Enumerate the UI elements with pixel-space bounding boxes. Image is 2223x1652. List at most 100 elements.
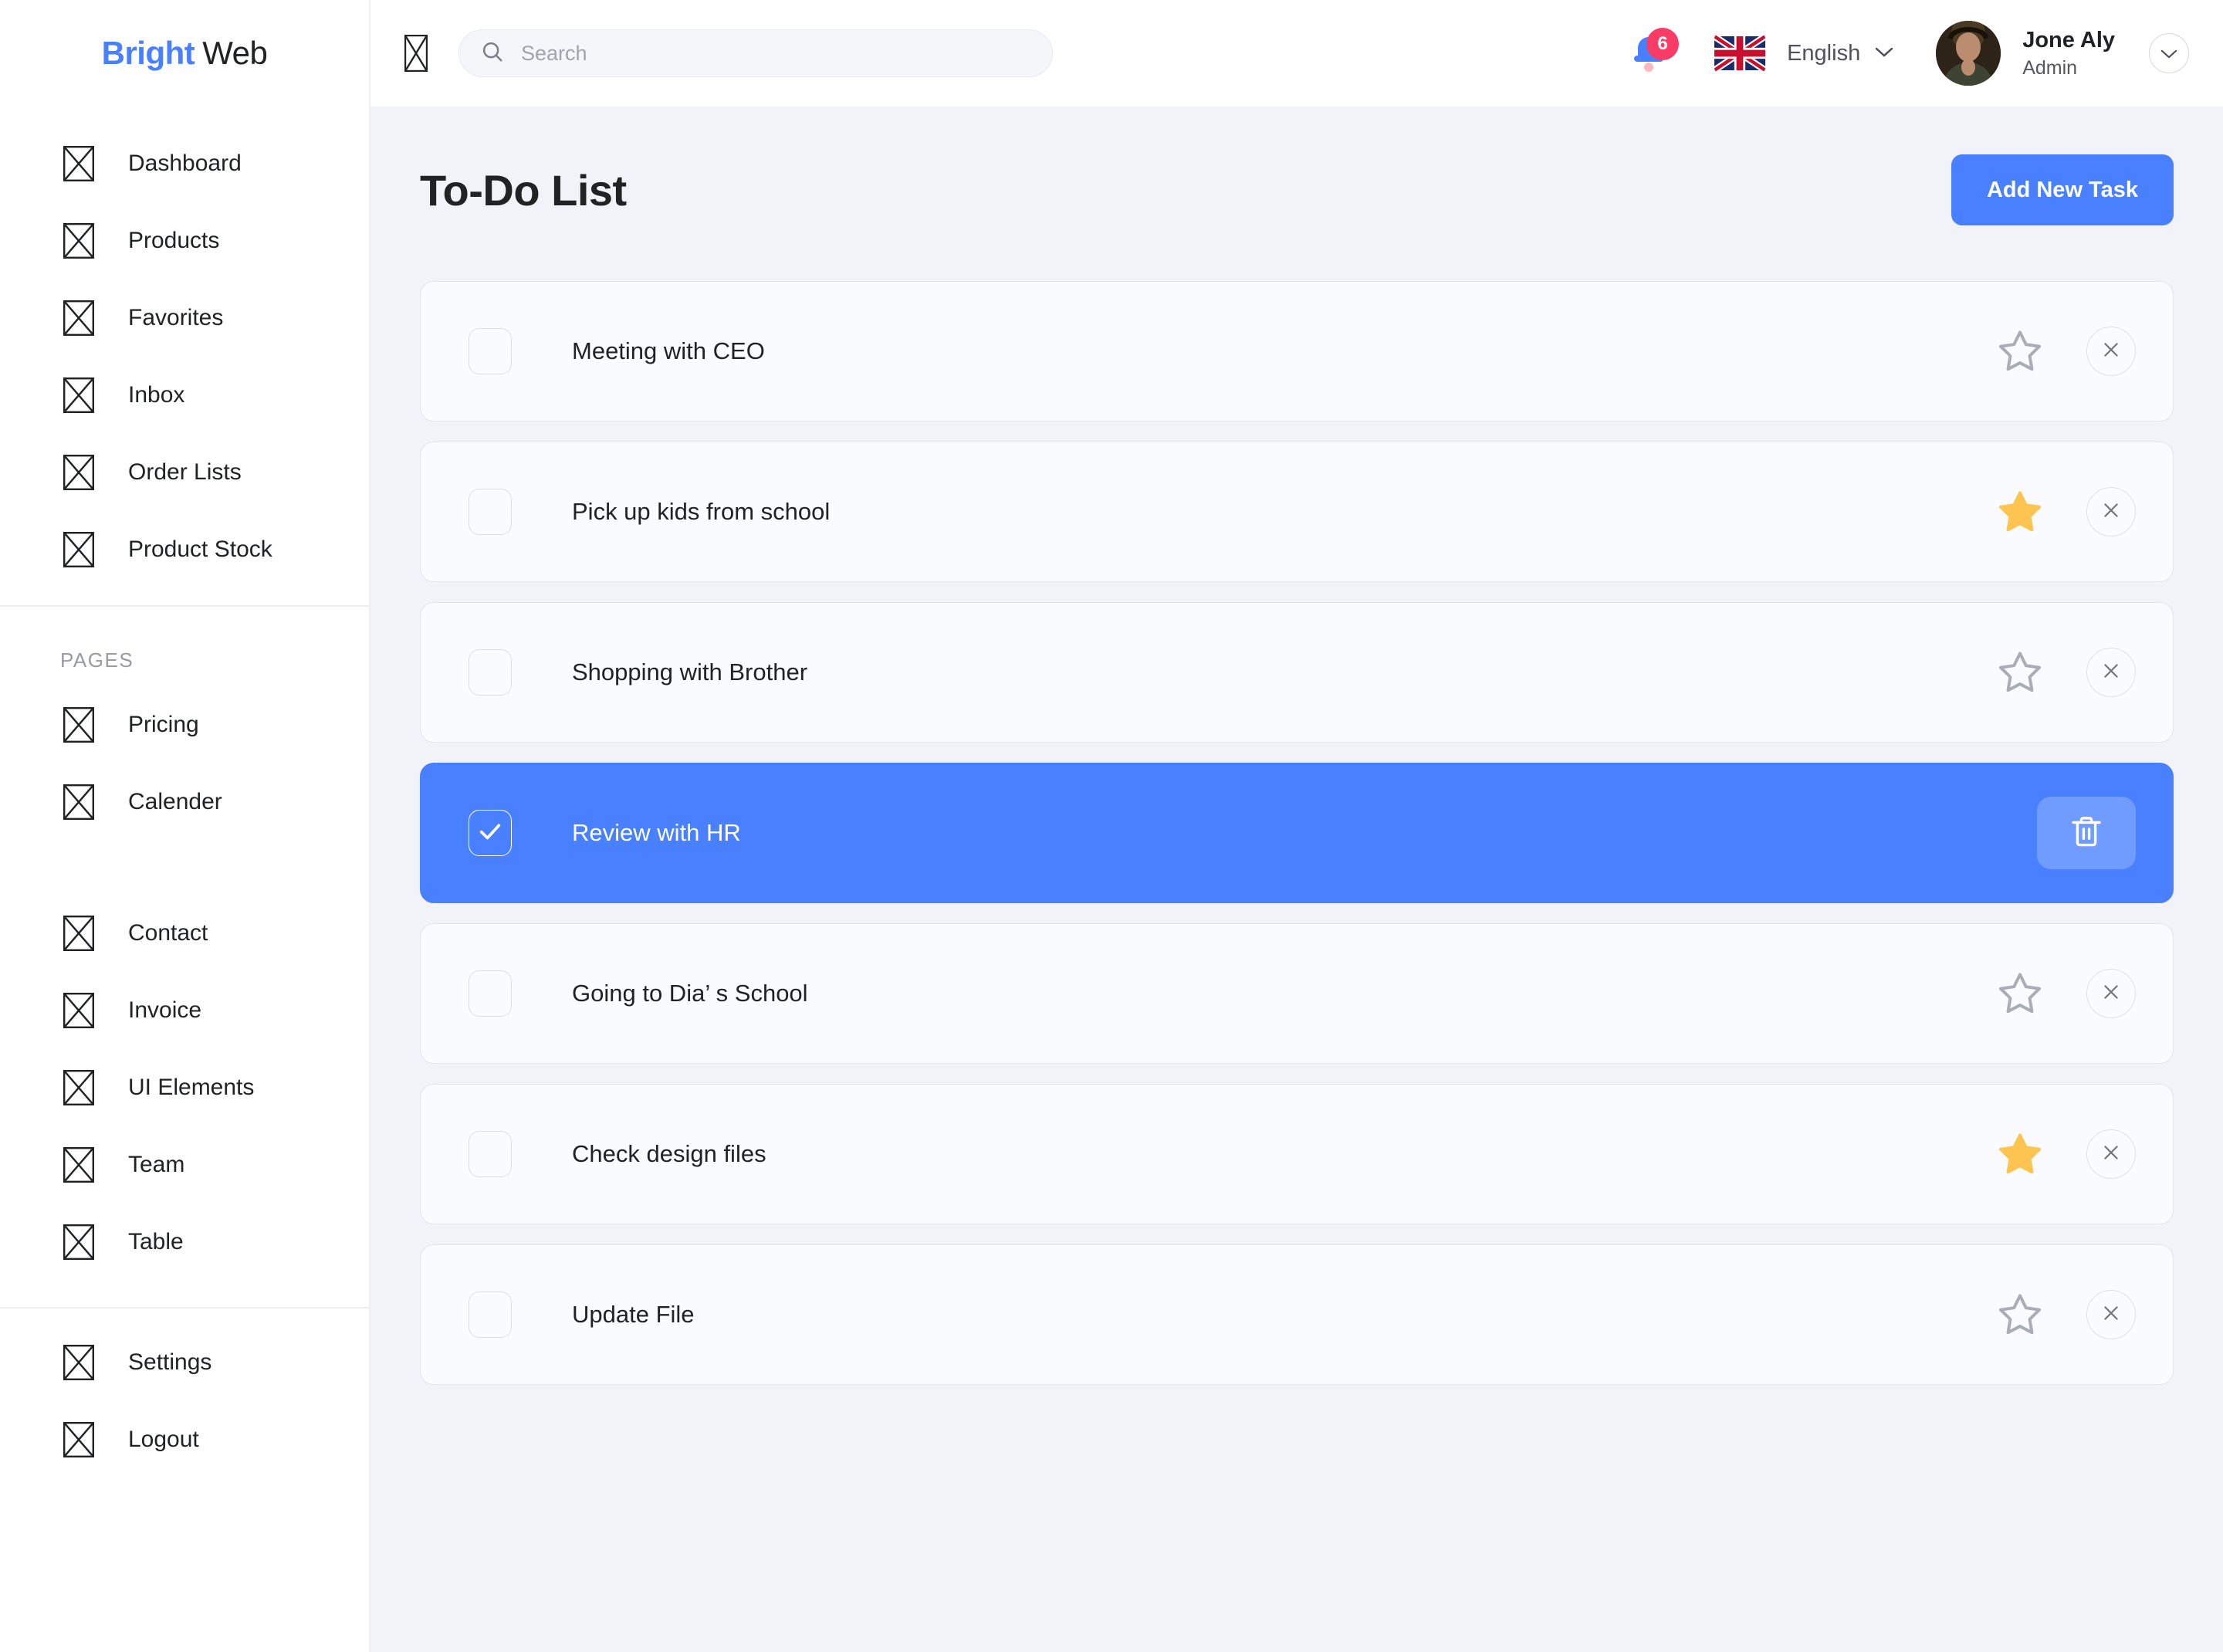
top-right-cluster: 6 English Jone Aly Admin bbox=[1622, 21, 2189, 86]
user-name: Jone Aly bbox=[2022, 28, 2115, 53]
sidebar-item-label: Favorites bbox=[128, 305, 224, 330]
broken-image-icon bbox=[63, 223, 94, 259]
sidebar-item-inbox[interactable]: Inbox bbox=[0, 357, 369, 434]
language-label[interactable]: English bbox=[1787, 41, 1860, 66]
app-root: Bright Web Dashboard Products Favorites Inb… bbox=[0, 0, 2223, 1652]
task-row[interactable]: Going to Dia’ s School bbox=[420, 923, 2174, 1064]
language-chevron-down-icon[interactable] bbox=[1874, 46, 1894, 62]
search-icon bbox=[481, 40, 504, 67]
sidebar-item-settings[interactable]: Settings bbox=[0, 1324, 369, 1401]
delete-task-button[interactable] bbox=[2037, 797, 2136, 869]
sidebar: Bright Web Dashboard Products Favorites Inb… bbox=[0, 0, 370, 1652]
brand-name-secondary: Web bbox=[202, 35, 268, 71]
remove-task-button[interactable] bbox=[2086, 1290, 2136, 1339]
remove-task-button[interactable] bbox=[2086, 487, 2136, 537]
search-box[interactable] bbox=[458, 29, 1053, 77]
brand-logo[interactable]: Bright Web bbox=[0, 0, 369, 107]
task-row[interactable]: Check design files bbox=[420, 1084, 2174, 1224]
page-title: To-Do List bbox=[420, 165, 627, 215]
sidebar-item-dashboard[interactable]: Dashboard bbox=[0, 125, 369, 202]
broken-image-icon bbox=[63, 377, 94, 413]
star-icon[interactable] bbox=[1995, 969, 2045, 1018]
sidebar-item-invoice[interactable]: Invoice bbox=[0, 972, 369, 1049]
content-area: To-Do List Add New Task Meeting with CEO… bbox=[370, 107, 2223, 1652]
sidebar-item-product-stock[interactable]: Product Stock bbox=[0, 511, 369, 588]
star-icon[interactable] bbox=[1995, 327, 2045, 376]
sidebar-item-ui-elements[interactable]: UI Elements bbox=[0, 1049, 369, 1126]
sidebar-item-label: Settings bbox=[128, 1349, 212, 1375]
task-row[interactable]: Shopping with Brother bbox=[420, 602, 2174, 743]
sidebar-secondary-nav: Contact Invoice UI Elements Team Table bbox=[0, 895, 369, 1281]
sidebar-item-label: Pricing bbox=[128, 712, 199, 737]
remove-task-button[interactable] bbox=[2086, 648, 2136, 697]
task-checkbox[interactable] bbox=[469, 649, 512, 696]
sidebar-item-label: Table bbox=[128, 1229, 184, 1254]
sidebar-item-pricing[interactable]: Pricing bbox=[0, 686, 369, 763]
task-checkbox[interactable] bbox=[469, 328, 512, 374]
trash-icon bbox=[2068, 813, 2105, 854]
task-label: Review with HR bbox=[572, 819, 741, 846]
sidebar-item-label: Logout bbox=[128, 1427, 199, 1452]
broken-image-icon bbox=[63, 916, 94, 951]
close-icon bbox=[2101, 982, 2121, 1006]
sidebar-pages-nav: Pricing Calender bbox=[0, 672, 369, 841]
remove-task-button[interactable] bbox=[2086, 969, 2136, 1018]
top-header: 6 English bbox=[370, 0, 2223, 107]
broken-image-icon bbox=[63, 532, 94, 567]
task-label: Meeting with CEO bbox=[572, 337, 765, 364]
task-checkbox[interactable] bbox=[469, 489, 512, 535]
task-row[interactable]: Update File bbox=[420, 1244, 2174, 1385]
task-row[interactable]: Pick up kids from school bbox=[420, 442, 2174, 582]
sidebar-item-contact[interactable]: Contact bbox=[0, 895, 369, 972]
sidebar-item-table[interactable]: Table bbox=[0, 1203, 369, 1281]
sidebar-item-label: UI Elements bbox=[128, 1075, 255, 1100]
remove-task-button[interactable] bbox=[2086, 1129, 2136, 1179]
task-checkbox[interactable] bbox=[469, 1291, 512, 1338]
sidebar-item-label: Inbox bbox=[128, 382, 185, 408]
avatar[interactable] bbox=[1936, 21, 2001, 86]
task-checkbox[interactable] bbox=[469, 970, 512, 1017]
sidebar-item-label: Dashboard bbox=[128, 151, 242, 176]
sidebar-main-nav: Dashboard Products Favorites Inbox Order Lis… bbox=[0, 107, 369, 588]
close-icon bbox=[2101, 340, 2121, 364]
search-input[interactable] bbox=[521, 41, 1030, 66]
task-row[interactable]: Meeting with CEO bbox=[420, 281, 2174, 421]
sidebar-item-favorites[interactable]: Favorites bbox=[0, 279, 369, 357]
star-icon[interactable] bbox=[1995, 1129, 2045, 1179]
close-icon bbox=[2101, 500, 2121, 524]
task-row[interactable]: Review with HR bbox=[420, 763, 2174, 903]
task-actions bbox=[1995, 969, 2136, 1018]
task-label: Shopping with Brother bbox=[572, 658, 808, 686]
star-icon[interactable] bbox=[1995, 648, 2045, 697]
task-checkbox[interactable] bbox=[469, 1131, 512, 1177]
star-icon[interactable] bbox=[1995, 1290, 2045, 1339]
sidebar-item-logout[interactable]: Logout bbox=[0, 1401, 369, 1478]
sidebar-item-team[interactable]: Team bbox=[0, 1126, 369, 1203]
close-icon bbox=[2101, 1303, 2121, 1327]
user-menu-chevron-down-icon[interactable] bbox=[2149, 33, 2189, 73]
task-checkbox[interactable] bbox=[469, 810, 512, 856]
notification-badge: 6 bbox=[1646, 28, 1680, 60]
add-new-task-button[interactable]: Add New Task bbox=[1951, 154, 2174, 225]
task-actions bbox=[2037, 797, 2136, 869]
broken-image-icon bbox=[63, 707, 94, 743]
close-icon bbox=[2101, 661, 2121, 685]
task-list: Meeting with CEO Pick up kids from school… bbox=[420, 281, 2174, 1385]
user-role: Admin bbox=[2022, 56, 2078, 79]
sidebar-item-label: Invoice bbox=[128, 997, 202, 1023]
task-label: Pick up kids from school bbox=[572, 498, 831, 525]
sidebar-item-products[interactable]: Products bbox=[0, 202, 369, 279]
star-icon[interactable] bbox=[1995, 487, 2045, 537]
uk-flag-icon[interactable] bbox=[1714, 34, 1766, 73]
close-icon bbox=[2101, 1143, 2121, 1166]
sidebar-item-order-lists[interactable]: Order Lists bbox=[0, 434, 369, 511]
notifications-button[interactable]: 6 bbox=[1622, 26, 1680, 80]
broken-image-icon bbox=[63, 1224, 94, 1260]
main-area: 6 English bbox=[370, 0, 2223, 1652]
sidebar-item-calender[interactable]: Calender bbox=[0, 763, 369, 841]
sidebar-item-label: Product Stock bbox=[128, 537, 272, 562]
menu-toggle-icon[interactable] bbox=[404, 34, 428, 73]
broken-image-icon bbox=[63, 1422, 94, 1457]
remove-task-button[interactable] bbox=[2086, 327, 2136, 376]
